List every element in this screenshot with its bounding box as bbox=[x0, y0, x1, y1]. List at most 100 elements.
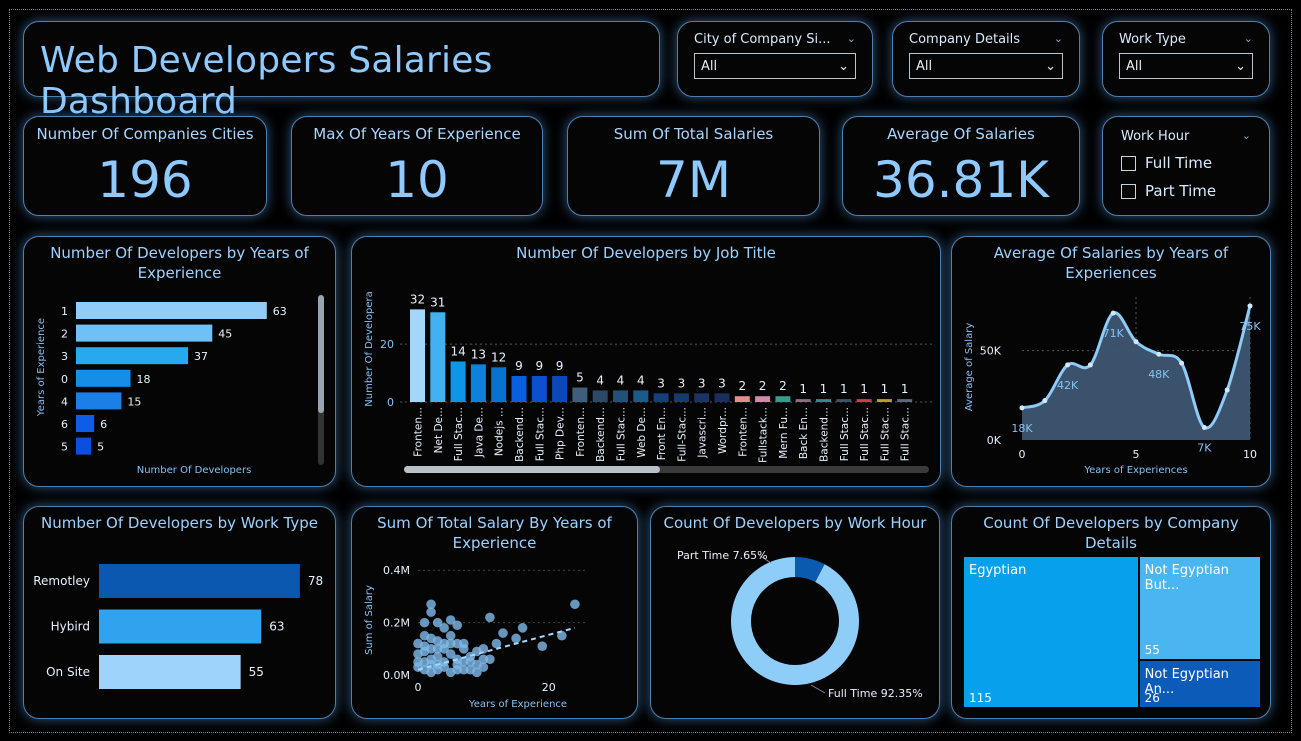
checkbox[interactable] bbox=[1121, 183, 1136, 199]
bar bbox=[775, 396, 791, 402]
chevron-down-icon: ⌄ bbox=[838, 58, 849, 74]
chart-salary-scatter-card: Sum Of Total Salary By Years of Experien… bbox=[351, 506, 638, 719]
data-label: 13 bbox=[471, 347, 486, 361]
bar bbox=[592, 390, 608, 402]
checkbox[interactable] bbox=[1121, 155, 1136, 171]
workhour-option-label: Part Time bbox=[1145, 182, 1217, 200]
tick-label: On Site bbox=[46, 665, 90, 679]
bar bbox=[76, 347, 189, 365]
data-point bbox=[419, 617, 430, 628]
data-point bbox=[1042, 398, 1048, 404]
x-tick-label: Full Stac... bbox=[616, 407, 628, 461]
workhour-option-parttime[interactable]: Part Time bbox=[1121, 182, 1251, 200]
bar bbox=[76, 324, 213, 342]
slice-label: Full Time 92.35% bbox=[828, 687, 923, 700]
kpi-maxyears-card: Max Of Years Of Experience 10 bbox=[291, 116, 543, 216]
data-label: 4 bbox=[617, 373, 625, 387]
workhour-option-fulltime[interactable]: Full Time bbox=[1121, 154, 1251, 172]
data-label: 3 bbox=[657, 376, 665, 390]
data-label: 4 bbox=[637, 373, 645, 387]
chevron-down-icon[interactable]: ⌄ bbox=[847, 32, 856, 47]
city-dropdown[interactable]: All ⌄ bbox=[694, 53, 856, 79]
worktype-dropdown-value: All bbox=[1126, 58, 1143, 74]
x-tick-label: Fronten... bbox=[737, 407, 749, 457]
x-tick-label: Java De... bbox=[473, 407, 485, 458]
treemap-value: 55 bbox=[1144, 642, 1160, 657]
worktype-dropdown[interactable]: All ⌄ bbox=[1119, 53, 1253, 79]
bar bbox=[714, 393, 730, 402]
bar bbox=[795, 399, 811, 402]
kpi-totalsal-card: Sum Of Total Salaries 7M bbox=[567, 116, 820, 216]
tick-label: 6 bbox=[61, 418, 68, 431]
x-axis-title: Years of Experience bbox=[468, 699, 567, 710]
data-label: 78 bbox=[308, 574, 323, 588]
y-tick-label: 0K bbox=[987, 434, 1002, 447]
company-dropdown-value: All bbox=[916, 58, 933, 74]
data-label: 1 bbox=[820, 382, 828, 396]
data-point bbox=[452, 664, 463, 675]
data-label: 45 bbox=[218, 328, 232, 341]
data-label: 42K bbox=[1057, 379, 1079, 392]
x-tick-label: Mern Fu... bbox=[778, 407, 790, 459]
bar bbox=[470, 364, 486, 402]
data-label: 2 bbox=[738, 379, 746, 393]
data-label: 1 bbox=[799, 382, 807, 396]
x-tick-label: Php Dev... bbox=[555, 407, 567, 460]
x-tick-label: Full Stac... bbox=[879, 407, 891, 461]
data-label: 7K bbox=[1197, 441, 1212, 454]
city-dropdown-value: All bbox=[701, 58, 718, 74]
tick-label: 4 bbox=[61, 395, 68, 408]
x-tick-label: 0 bbox=[1019, 448, 1026, 461]
chart-dev-by-company: Egyptian 115 Not Egyptian But... 55 Not Egyp… bbox=[964, 557, 1260, 707]
data-point bbox=[511, 633, 521, 644]
bar bbox=[856, 399, 872, 402]
treemap-label: Not Egyptian An... bbox=[1144, 666, 1229, 697]
chevron-down-icon[interactable]: ⌄ bbox=[1054, 32, 1063, 47]
data-label: 48K bbox=[1148, 368, 1170, 381]
bar bbox=[99, 564, 300, 598]
data-point bbox=[452, 620, 463, 631]
bar bbox=[511, 375, 527, 402]
data-label: 6 bbox=[100, 418, 107, 431]
data-label: 55 bbox=[249, 665, 264, 679]
company-dropdown[interactable]: All ⌄ bbox=[909, 53, 1063, 79]
bar bbox=[755, 396, 771, 402]
bar bbox=[633, 390, 649, 402]
bar bbox=[876, 399, 892, 402]
worktype-slicer: Work Type ⌄ All ⌄ bbox=[1102, 21, 1270, 97]
bar bbox=[694, 393, 710, 402]
x-tick-label: Front En... bbox=[656, 407, 668, 460]
city-slicer: City of Company Si... ⌄ All ⌄ bbox=[677, 21, 873, 97]
bar bbox=[673, 393, 689, 402]
data-label: 75K bbox=[1239, 320, 1261, 333]
kpi-avgsal-value: 36.81K bbox=[873, 151, 1049, 209]
bar bbox=[76, 302, 267, 319]
data-point bbox=[498, 628, 508, 638]
y-axis-title: Number Of Developera bbox=[364, 291, 375, 406]
chevron-down-icon[interactable]: ⌄ bbox=[1242, 129, 1251, 144]
chevron-down-icon[interactable]: ⌄ bbox=[1244, 32, 1253, 47]
x-tick-label: 5 bbox=[1133, 448, 1140, 461]
x-tick-label: Javascri... bbox=[697, 407, 709, 459]
data-label: 5 bbox=[576, 371, 584, 385]
chart-avg-by-years-card: Average Of Salaries by Years of Experien… bbox=[951, 236, 1271, 487]
data-point bbox=[1179, 360, 1185, 366]
chart-title: Count Of Developers by Company Details bbox=[983, 514, 1239, 552]
bar bbox=[734, 396, 750, 402]
data-point bbox=[413, 638, 423, 649]
data-label: 1 bbox=[901, 382, 909, 396]
chart-dev-by-company-card: Count Of Developers by Company Details E… bbox=[951, 506, 1271, 719]
chart-dev-by-worktype-card: Number Of Developers by Work Type Remotl… bbox=[23, 506, 336, 719]
data-point bbox=[1110, 310, 1116, 316]
chart-dev-by-years-card: Number Of Developers by Years of Experie… bbox=[23, 236, 336, 487]
bar bbox=[552, 375, 568, 402]
data-point bbox=[1224, 387, 1230, 393]
data-label: 12 bbox=[491, 350, 506, 364]
tick-label: Remotley bbox=[33, 574, 90, 588]
y-tick-label: 50K bbox=[980, 345, 1002, 358]
x-tick-label: Fronten... bbox=[413, 407, 425, 457]
data-label: 5 bbox=[97, 441, 104, 454]
x-tick-label: Full Stac... bbox=[839, 407, 851, 461]
data-label: 14 bbox=[450, 344, 465, 358]
data-point bbox=[570, 599, 580, 610]
